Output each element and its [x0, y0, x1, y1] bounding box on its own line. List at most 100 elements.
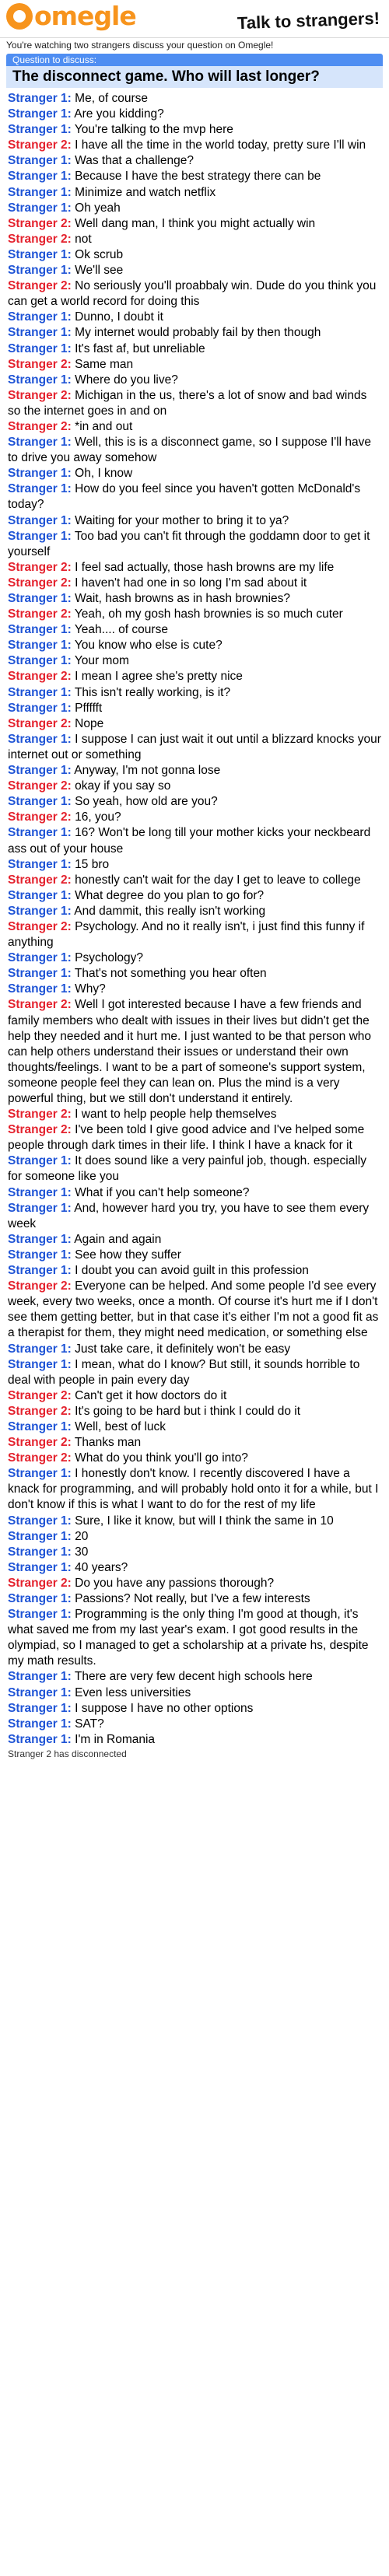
- message-speaker: Stranger 1:: [8, 639, 72, 653]
- message-text: What do you think you'll go into?: [75, 1451, 248, 1465]
- chat-message: Stranger 1: See how they suffer: [8, 1248, 381, 1263]
- message-speaker: Stranger 1:: [8, 623, 72, 637]
- message-text: Just take care, it definitely won't be e…: [75, 1342, 291, 1356]
- chat-message: Stranger 1: Just take care, it definitel…: [8, 1342, 381, 1357]
- message-speaker: Stranger 1:: [8, 1670, 72, 1684]
- chat-message: Stranger 2: 16, you?: [8, 810, 381, 825]
- message-text: Even less universities: [75, 1685, 191, 1699]
- message-speaker: Stranger 2:: [8, 138, 72, 152]
- message-speaker: Stranger 2:: [8, 232, 72, 246]
- chat-message: Stranger 1: Again and again: [8, 1232, 381, 1248]
- chat-message: Stranger 2: Well dang man, I think you m…: [8, 216, 381, 232]
- chat-message: Stranger 1: 30: [8, 1545, 381, 1560]
- chat-message: Stranger 1: Why?: [8, 982, 381, 997]
- message-text: not: [75, 232, 92, 246]
- message-text: 16, you?: [75, 810, 121, 824]
- chat-message: Stranger 1: Well, best of luck: [8, 1419, 381, 1435]
- message-speaker: Stranger 1:: [8, 1154, 72, 1168]
- message-text: You know who else is cute?: [74, 639, 223, 653]
- chat-message: Stranger 1: That's not something you hea…: [8, 966, 381, 982]
- message-speaker: Stranger 1:: [8, 1467, 72, 1481]
- chat-message: Stranger 1: I honestly don't know. I rec…: [8, 1466, 381, 1513]
- message-speaker: Stranger 2:: [8, 716, 72, 730]
- message-text: Pffffft: [75, 701, 103, 715]
- message-text: 30: [75, 1545, 89, 1559]
- chat-message: Stranger 1: Wait, hash browns as in hash…: [8, 591, 381, 607]
- message-speaker: Stranger 1:: [8, 685, 72, 699]
- chat-message: Stranger 2: I feel sad actually, those h…: [8, 560, 381, 576]
- chat-message: Stranger 1: Are you kidding?: [8, 107, 381, 122]
- message-speaker: Stranger 1:: [8, 1560, 72, 1574]
- tagline: Talk to strangers!: [237, 8, 380, 33]
- message-speaker: Stranger 1:: [8, 592, 72, 605]
- message-speaker: Stranger 2:: [8, 357, 72, 371]
- chat-message: Stranger 1: Passions? Not really, but I'…: [8, 1591, 381, 1607]
- message-speaker: Stranger 1:: [8, 247, 72, 261]
- message-speaker: Stranger 1:: [8, 185, 72, 199]
- omegle-logo[interactable]: omegle: [6, 3, 137, 30]
- message-speaker: Stranger 2:: [8, 1576, 72, 1590]
- chat-message: Stranger 1: What degree do you plan to g…: [8, 888, 381, 904]
- message-text: Nope: [75, 716, 104, 730]
- message-text: Yeah.... of course: [74, 623, 168, 637]
- message-speaker: Stranger 2:: [8, 279, 72, 293]
- message-speaker: Stranger 2:: [8, 919, 72, 933]
- message-speaker: Stranger 2:: [8, 1279, 72, 1293]
- message-speaker: Stranger 1:: [8, 967, 72, 981]
- chat-message: Stranger 2: Everyone can be helped. And …: [8, 1279, 381, 1341]
- message-speaker: Stranger 2:: [8, 779, 72, 793]
- message-text: Minimize and watch netflix: [75, 185, 216, 199]
- message-speaker: Stranger 2:: [8, 1404, 72, 1418]
- message-speaker: Stranger 1:: [8, 732, 72, 746]
- message-speaker: Stranger 1:: [8, 1529, 72, 1543]
- message-speaker: Stranger 2:: [8, 1451, 72, 1465]
- message-text: Psychology?: [75, 951, 144, 965]
- chat-message: Stranger 2: *in and out: [8, 419, 381, 435]
- chat-message: Stranger 2: I haven't had one in so long…: [8, 576, 381, 591]
- message-text: Ok scrub: [75, 247, 124, 261]
- chat-message: Stranger 1: Because I have the best stra…: [8, 169, 381, 184]
- chat-message: Stranger 1: 15 bro: [8, 857, 381, 873]
- message-text: Oh, I know: [75, 467, 133, 481]
- message-speaker: Stranger 1:: [8, 1264, 72, 1278]
- message-text: And dammit, this really isn't working: [74, 904, 266, 918]
- message-text: Well, best of luck: [75, 1419, 166, 1433]
- chat-log[interactable]: Stranger 1: Me, of course Stranger 1: Are…: [0, 88, 389, 1748]
- message-speaker: Stranger 2:: [8, 1388, 72, 1402]
- chat-message: Stranger 1: I mean, what do I know? But …: [8, 1357, 381, 1388]
- message-text: 40 years?: [75, 1560, 128, 1574]
- chat-message: Stranger 1: My internet would probably f…: [8, 325, 381, 341]
- chat-message: Stranger 1: What if you can't help someo…: [8, 1185, 381, 1201]
- chat-message: Stranger 1: It's fast af, but unreliable: [8, 341, 381, 357]
- message-text: Dunno, I doubt it: [75, 310, 163, 324]
- message-text: So yeah, how old are you?: [75, 795, 218, 809]
- message-speaker: Stranger 1:: [8, 467, 72, 481]
- chat-message: Stranger 1: 40 years?: [8, 1560, 381, 1576]
- question-label: Question to discuss:: [6, 54, 383, 66]
- message-speaker: Stranger 2:: [8, 560, 72, 574]
- message-text: Wait, hash browns as in hash brownies?: [75, 592, 290, 605]
- message-text: okay if you say so: [75, 779, 171, 793]
- chat-message: Stranger 1: It does sound like a very pa…: [8, 1153, 381, 1185]
- chat-message: Stranger 2: I have all the time in the w…: [8, 138, 381, 153]
- chat-message: Stranger 1: There are very few decent hi…: [8, 1669, 381, 1685]
- message-speaker: Stranger 2:: [8, 873, 72, 887]
- chat-message: Stranger 2: Yeah, oh my gosh hash browni…: [8, 607, 381, 622]
- chat-message: Stranger 2: I've been told I give good a…: [8, 1122, 381, 1153]
- message-text: Same man: [75, 357, 134, 371]
- message-text: I mean I agree she's pretty nice: [75, 670, 243, 684]
- message-text: 20: [75, 1529, 89, 1543]
- message-speaker: Stranger 1:: [8, 982, 72, 996]
- chat-message: Stranger 1: This isn't really working, i…: [8, 685, 381, 701]
- chat-message: Stranger 2: Can't get it how doctors do …: [8, 1388, 381, 1404]
- chat-message: Stranger 2: Michigan in the us, there's …: [8, 388, 381, 419]
- message-text: I'm in Romania: [75, 1732, 156, 1746]
- message-text: See how they suffer: [75, 1248, 181, 1262]
- chat-message: Stranger 1: Waiting for your mother to b…: [8, 513, 381, 529]
- message-speaker: Stranger 1:: [8, 1608, 72, 1622]
- message-speaker: Stranger 2:: [8, 1108, 72, 1122]
- message-text: You're talking to the mvp here: [74, 123, 233, 137]
- message-speaker: Stranger 1:: [8, 795, 72, 809]
- header: omegle Talk to strangers!: [0, 0, 389, 38]
- message-text: *in and out: [75, 419, 133, 433]
